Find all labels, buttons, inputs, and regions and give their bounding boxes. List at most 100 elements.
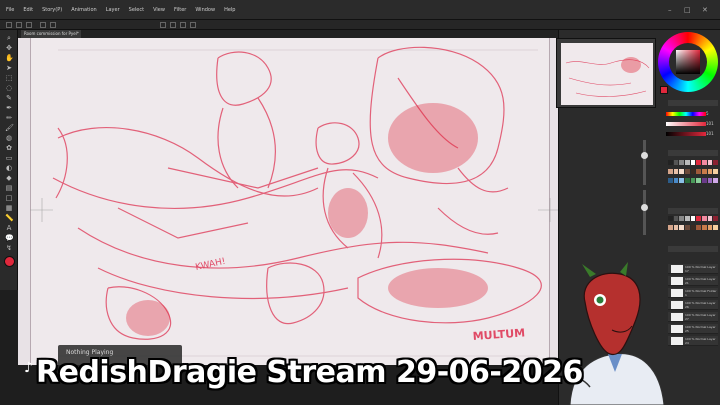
history-swatch[interactable]	[668, 216, 673, 221]
menu-file[interactable]: File	[6, 7, 14, 13]
flip-icon[interactable]	[190, 22, 196, 28]
zoom-tool-icon[interactable]: ⌕	[5, 34, 13, 42]
transform-icon[interactable]	[180, 22, 186, 28]
color-set-palette[interactable]	[668, 160, 718, 186]
menu-story[interactable]: Story(P)	[42, 7, 62, 13]
history-swatch[interactable]	[713, 216, 718, 221]
palette-swatch[interactable]	[713, 160, 718, 165]
brush-size-handle[interactable]	[641, 152, 648, 159]
airbrush-icon[interactable]: ◍	[5, 134, 13, 142]
menu-window[interactable]: Window	[195, 7, 215, 13]
menu-filter[interactable]: Filter	[174, 7, 186, 13]
menu-select[interactable]: Select	[129, 7, 144, 13]
history-swatch[interactable]	[696, 224, 701, 230]
brush-tool-icon[interactable]: 🖌	[5, 124, 14, 132]
lasso-tool-icon[interactable]	[170, 22, 176, 28]
saturation-value-square[interactable]	[676, 50, 700, 74]
palette-swatch[interactable]	[713, 178, 718, 183]
frame-tool-icon[interactable]: ▦	[5, 204, 13, 212]
palette-swatch[interactable]	[701, 160, 707, 165]
menu-animation[interactable]: Animation	[71, 7, 97, 13]
new-icon[interactable]	[6, 22, 12, 28]
eraser-icon[interactable]: ▭	[5, 154, 13, 162]
layer-row[interactable]: 100 % Normal Layer 27	[668, 312, 718, 322]
operation-tool-icon[interactable]: ➤	[5, 64, 13, 72]
color-wheel[interactable]	[658, 32, 718, 92]
palette-swatch[interactable]	[707, 160, 713, 165]
history-swatch[interactable]	[701, 224, 707, 230]
history-swatch[interactable]	[668, 224, 673, 230]
history-swatch[interactable]	[679, 224, 684, 230]
menu-help[interactable]: Help	[224, 7, 235, 13]
color-history-palette[interactable]	[668, 216, 718, 232]
figure-tool-icon[interactable]: □	[5, 194, 13, 202]
canvas-area[interactable]: KWAH! MULTUM	[18, 38, 558, 365]
balloon-tool-icon[interactable]: 💬	[5, 234, 14, 242]
undo-icon[interactable]	[40, 22, 46, 28]
palette-swatch[interactable]	[696, 169, 701, 174]
history-swatch[interactable]	[707, 224, 713, 230]
palette-swatch[interactable]	[707, 169, 713, 174]
palette-swatch[interactable]	[668, 178, 673, 183]
maximize-icon[interactable]: □	[684, 6, 691, 14]
history-swatch[interactable]	[707, 216, 713, 221]
text-tool-icon[interactable]: A	[5, 224, 13, 232]
opacity-slider[interactable]	[643, 190, 646, 235]
palette-swatch[interactable]	[673, 160, 679, 165]
palette-swatch[interactable]	[696, 178, 701, 183]
history-swatch[interactable]	[673, 216, 679, 221]
layer-row[interactable]: 100 % Normal Folder 1	[668, 288, 718, 298]
history-swatch[interactable]	[673, 224, 679, 230]
minimize-icon[interactable]: –	[668, 6, 672, 14]
history-swatch[interactable]	[690, 216, 696, 221]
palette-swatch[interactable]	[684, 169, 690, 174]
selection-tool-icon[interactable]: ⬚	[5, 74, 13, 82]
pencil-tool-icon[interactable]: ✏	[5, 114, 13, 122]
color-swatch-main[interactable]	[660, 86, 668, 94]
layer-row[interactable]: 100 % Normal Layer 25	[668, 324, 718, 334]
layer-row[interactable]: 100 % Normal Layer 17	[668, 264, 718, 274]
close-icon[interactable]: ✕	[702, 6, 708, 14]
palette-swatch[interactable]	[679, 178, 684, 183]
palette-swatch[interactable]	[696, 160, 701, 165]
menu-view[interactable]: View	[153, 7, 165, 13]
history-swatch[interactable]	[684, 224, 690, 230]
ruler-tool-icon[interactable]: 📏	[5, 214, 14, 222]
palette-swatch[interactable]	[668, 169, 673, 174]
pen-tool-icon[interactable]: ✒	[5, 104, 13, 112]
brightness-slider[interactable]	[666, 132, 706, 136]
brush-size-slider[interactable]	[643, 140, 646, 185]
hand-tool-icon[interactable]: ✋	[5, 54, 14, 62]
palette-swatch[interactable]	[679, 160, 684, 165]
correct-line-icon[interactable]: ↯	[5, 244, 13, 252]
opacity-handle[interactable]	[641, 204, 648, 211]
palette-swatch[interactable]	[690, 160, 696, 165]
palette-swatch[interactable]	[684, 178, 690, 183]
palette-swatch[interactable]	[673, 178, 679, 183]
hue-slider[interactable]	[666, 112, 706, 116]
fill-tool-icon[interactable]: ◆	[5, 174, 13, 182]
palette-swatch[interactable]	[690, 169, 696, 174]
layer-row[interactable]: 100 % Normal Layer 26	[668, 300, 718, 310]
palette-swatch[interactable]	[668, 160, 673, 165]
decoration-icon[interactable]: ✿	[5, 144, 13, 152]
history-swatch[interactable]	[701, 216, 707, 221]
open-icon[interactable]	[16, 22, 22, 28]
gradient-icon[interactable]: ▤	[5, 184, 13, 192]
history-swatch[interactable]	[690, 224, 696, 230]
history-swatch[interactable]	[713, 224, 718, 230]
document-tab[interactable]: Room commission for Pyel*	[21, 30, 81, 38]
palette-swatch[interactable]	[713, 169, 718, 174]
palette-swatch[interactable]	[701, 169, 707, 174]
saturation-slider[interactable]	[666, 122, 706, 126]
menu-layer[interactable]: Layer	[106, 7, 120, 13]
main-color-chip[interactable]	[4, 256, 15, 267]
move-tool-icon[interactable]: ✥	[5, 44, 13, 52]
palette-swatch[interactable]	[690, 178, 696, 183]
history-swatch[interactable]	[679, 216, 684, 221]
history-swatch[interactable]	[696, 216, 701, 221]
palette-swatch[interactable]	[707, 178, 713, 183]
layer-row[interactable]: 100 % Normal Layer 21	[668, 276, 718, 286]
save-icon[interactable]	[26, 22, 32, 28]
navigator-panel[interactable]	[556, 38, 656, 108]
